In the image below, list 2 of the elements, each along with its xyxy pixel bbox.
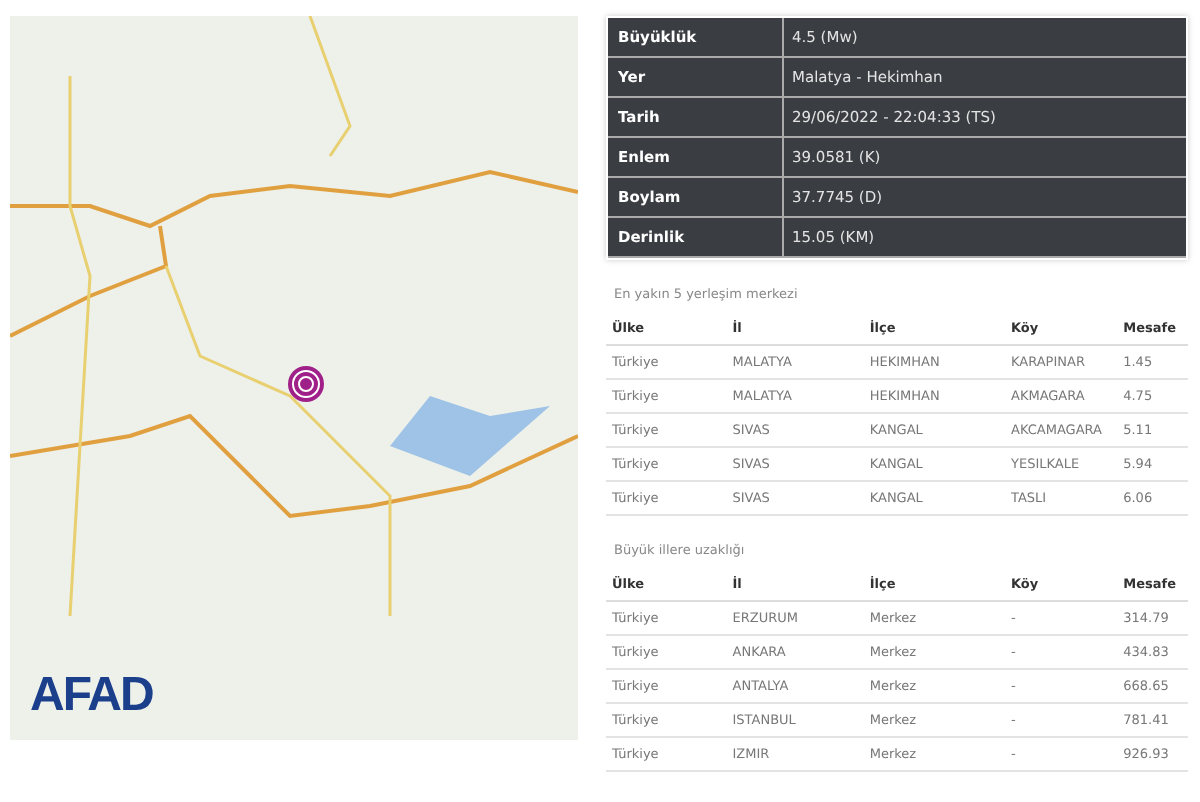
epicenter-icon (286, 364, 326, 404)
logo: AFAD (30, 668, 153, 724)
